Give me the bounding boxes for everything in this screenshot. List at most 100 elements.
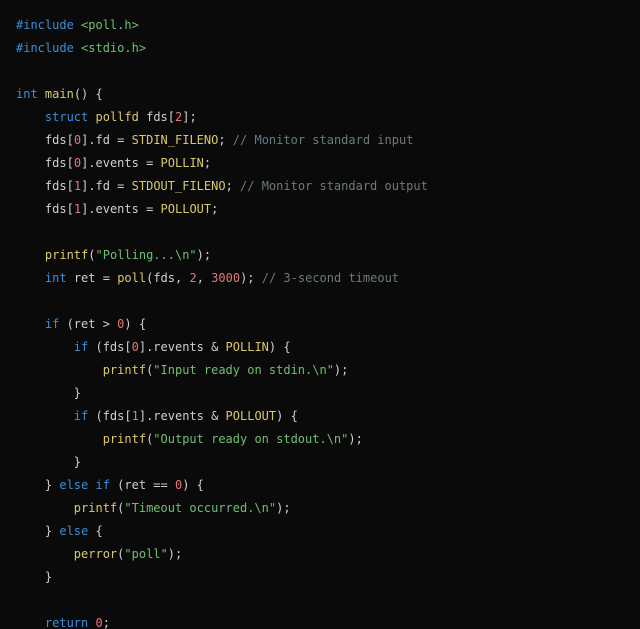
code-line [16,221,624,244]
token-punct: ); [348,432,362,446]
token-str: "Timeout occurred.\n" [124,501,276,515]
token-kw: #include [16,41,74,55]
token-punct: [ [168,110,175,124]
token-punct: } [45,478,59,492]
code-line: if (fds[0].revents & POLLIN) { [16,336,624,359]
token-punct: } [45,524,59,538]
token-punct [88,478,95,492]
code-line: struct pollfd fds[2]; [16,106,624,129]
token-type: POLLOUT [161,202,212,216]
token-kw: if [74,340,88,354]
token-kw: if [74,409,88,423]
token-fn: printf [45,248,88,262]
token-num: 1 [74,179,81,193]
token-fn: main [45,87,74,101]
token-num: 1 [132,409,139,423]
token-punct [88,616,95,629]
code-line: int ret = poll(fds, 2, 3000); // 3-secon… [16,267,624,290]
token-fn: printf [74,501,117,515]
code-line: printf("Input ready on stdin.\n"); [16,359,624,382]
code-line: int main() { [16,83,624,106]
code-block: #include <poll.h> #include <stdio.h> int … [0,0,640,629]
token-punct: [ [67,179,74,193]
token-punct: ); [197,248,211,262]
token-punct: ); [168,547,182,561]
token-num: 2 [189,271,196,285]
token-type: POLLOUT [226,409,277,423]
token-kw: return [45,616,88,629]
code-line: } [16,382,624,405]
code-line [16,60,624,83]
token-ident: fds [45,179,67,193]
token-punct: ; [211,202,218,216]
token-punct: ].events = [81,202,160,216]
token-punct: (fds[ [88,340,131,354]
token-punct [67,271,74,285]
token-kw: else [59,478,88,492]
token-num: 3000 [211,271,240,285]
token-type: POLLIN [226,340,269,354]
token-punct: ); [276,501,290,515]
code-line: printf("Output ready on stdout.\n"); [16,428,624,451]
token-type: POLLIN [161,156,204,170]
token-punct [74,18,81,32]
token-fn: printf [103,363,146,377]
token-kw: int [16,87,38,101]
code-line [16,290,624,313]
token-punct: ) { [124,317,146,331]
token-num: 0 [74,156,81,170]
token-cmt: // Monitor standard input [233,133,414,147]
token-type: STDIN_FILENO [132,133,219,147]
token-num: 0 [74,133,81,147]
token-punct: ].revents & [139,409,226,423]
token-punct: (fds, [146,271,189,285]
code-line: #include <stdio.h> [16,37,624,60]
token-punct: ; [103,616,110,629]
token-hdr: <poll.h> [81,18,139,32]
token-type: STDOUT_FILENO [132,179,226,193]
token-punct: , [197,271,211,285]
token-num: 0 [96,616,103,629]
token-str: "Polling...\n" [96,248,197,262]
code-line: fds[0].fd = STDIN_FILENO; // Monitor sta… [16,129,624,152]
token-kw: struct [45,110,88,124]
token-punct: = [96,271,118,285]
token-kw: if [96,478,110,492]
token-punct: [ [67,156,74,170]
token-num: 1 [74,202,81,216]
token-punct: ].fd = [81,133,132,147]
token-kw: else [59,524,88,538]
token-punct: ); [240,271,262,285]
token-punct [139,110,146,124]
code-line: } else { [16,520,624,543]
token-ident: ret [74,271,96,285]
token-hdr: <stdio.h> [81,41,146,55]
token-str: "Output ready on stdout.\n" [153,432,348,446]
token-type: pollfd [96,110,139,124]
code-line: printf("Timeout occurred.\n"); [16,497,624,520]
token-punct: () { [74,87,103,101]
token-ident: fds [45,156,67,170]
token-punct: ; [204,156,211,170]
token-ident: fds [45,202,67,216]
token-cmt: // Monitor standard output [240,179,428,193]
token-punct: ); [334,363,348,377]
token-punct: { [88,524,102,538]
code-line: fds[1].fd = STDOUT_FILENO; // Monitor st… [16,175,624,198]
token-fn: poll [117,271,146,285]
token-punct: ) { [182,478,204,492]
token-str: "Input ready on stdin.\n" [153,363,334,377]
token-punct: ; [218,133,232,147]
token-ident: fds [146,110,168,124]
code-line: return 0; [16,612,624,629]
token-punct: ) { [276,409,298,423]
token-punct: (ret == [110,478,175,492]
token-punct: [ [67,133,74,147]
token-kw: if [45,317,59,331]
token-punct [38,87,45,101]
token-punct: } [74,386,81,400]
token-punct: ( [88,248,95,262]
token-punct: ].revents & [139,340,226,354]
token-punct: ; [226,179,240,193]
code-line: } [16,566,624,589]
